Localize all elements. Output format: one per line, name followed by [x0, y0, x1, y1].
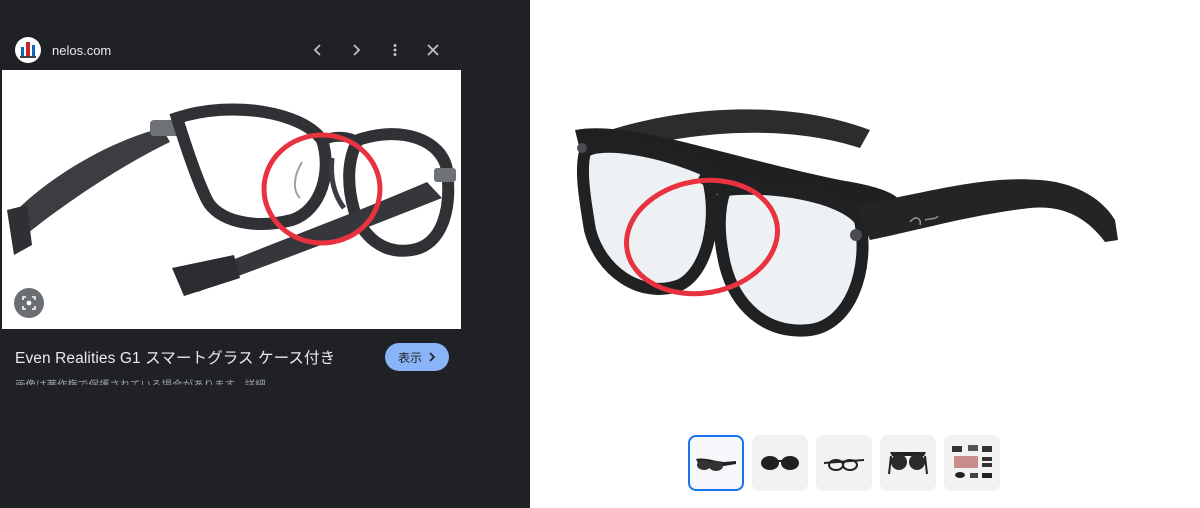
glasses-angle-thumbnail — [824, 459, 864, 471]
glasses-front-thumbnail — [761, 456, 799, 470]
thumbnail-2[interactable] — [752, 435, 808, 491]
view-button[interactable]: 表示 — [385, 343, 449, 371]
previous-button[interactable] — [306, 38, 330, 62]
thumbnail-strip — [688, 435, 1000, 491]
more-options-button[interactable] — [383, 38, 407, 62]
copyright-notice: 画像は著作権で保護されている場合があります。詳細 — [15, 379, 266, 385]
more-vert-icon — [393, 44, 397, 56]
smart-glasses-illustration — [575, 109, 1118, 337]
close-button[interactable] — [421, 38, 445, 62]
site-name[interactable]: nelos.com — [52, 43, 111, 58]
thumbnail-3[interactable] — [816, 435, 872, 491]
close-icon — [427, 44, 439, 56]
glasses-back-thumbnail — [888, 452, 928, 475]
image-title[interactable]: Even Realities G1 スマートグラス ケース付き — [15, 346, 335, 368]
view-button-label: 表示 — [397, 350, 422, 365]
thumbnail-1[interactable] — [688, 435, 744, 491]
thumbnail-5[interactable] — [944, 435, 1000, 491]
thumbnail-4[interactable] — [880, 435, 936, 491]
preview-image[interactable] — [2, 70, 461, 329]
source-site[interactable]: nelos.com — [15, 36, 111, 64]
image-viewer-panel: nelos.com Even Realities G1 スマートグラス ケース付… — [0, 0, 530, 508]
next-button[interactable] — [344, 38, 368, 62]
product-main-image[interactable] — [540, 70, 1160, 370]
site-favicon — [15, 37, 41, 63]
chevron-right-icon — [353, 44, 361, 56]
lens-search-button[interactable] — [14, 288, 44, 318]
chevron-left-icon — [313, 44, 321, 56]
glasses-preview-illustration — [7, 103, 456, 296]
lens-search-icon — [22, 296, 36, 310]
chevron-right-icon — [429, 352, 436, 362]
glasses-side-thumbnail — [696, 458, 736, 471]
package-contents-thumbnail — [952, 445, 992, 478]
